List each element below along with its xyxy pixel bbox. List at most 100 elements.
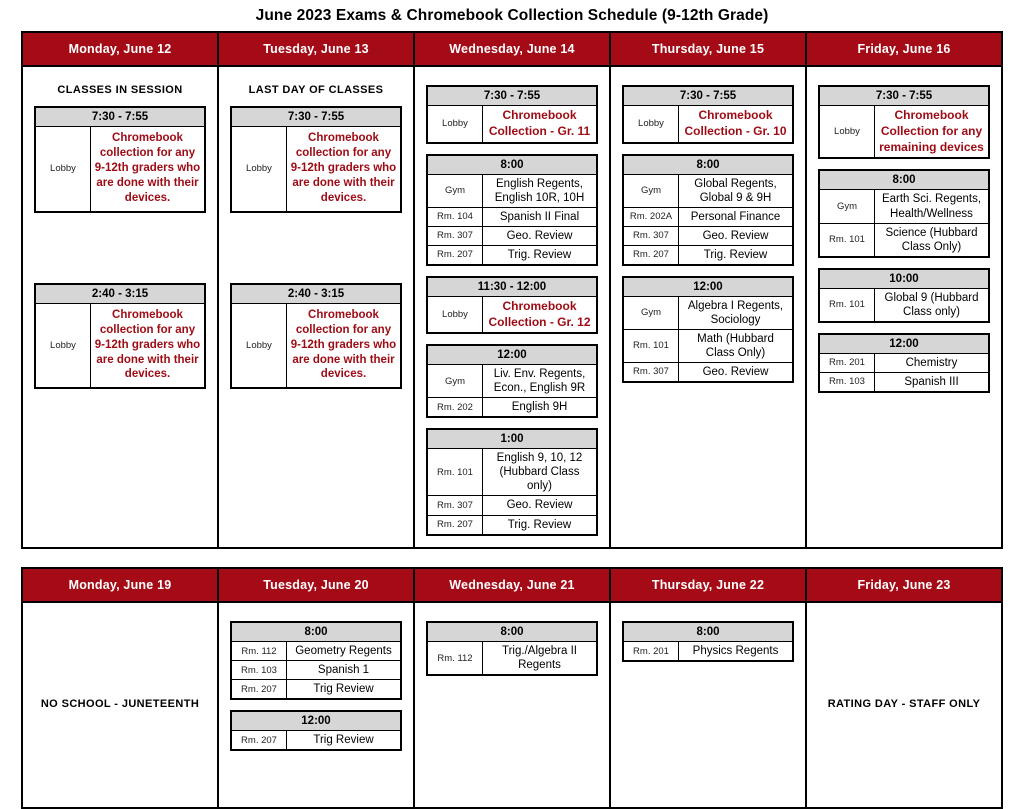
room-label: Rm. 101 — [820, 288, 875, 321]
exam-row: Lobby Chromebook collection for any 9-12t… — [232, 303, 400, 388]
day-note: NO SCHOOL - JUNETEENTH — [40, 698, 200, 710]
room-label: Rm. 112 — [428, 642, 483, 675]
subject-label: Geo. Review — [482, 495, 596, 516]
block-rows: Gym Algebra I Regents, Sociology Rm. 101 Ma… — [624, 296, 792, 381]
subject-label: Trig Review — [313, 734, 374, 747]
block-time: 7:30 - 7:55 — [428, 87, 596, 106]
exam-row: Lobby Chromebook collection for any 9-12t… — [232, 127, 400, 211]
block-time: 2:40 - 3:15 — [232, 284, 400, 304]
subject-label: Physics Regents — [692, 645, 779, 657]
exam-row: Gym Earth Sci. Regents, Health/Wellness — [820, 190, 988, 224]
exam-row: Rm. 207 Trig. Review — [428, 245, 596, 264]
block-rows: Lobby Chromebook Collection - Gr. 12 — [428, 296, 596, 333]
exam-block: 7:30 - 7:55 Lobby Chromebook collection fo… — [34, 106, 206, 213]
exam-block: 8:00 Rm. 201 Physics Regents — [622, 621, 794, 663]
block-rows: Gym Liv. Env. Regents, Econ., English 9R R… — [428, 365, 596, 417]
block-time: 12:00 — [232, 712, 400, 732]
exam-row: Rm. 307 Geo. Review — [428, 495, 596, 516]
exam-block: 8:00 Gym Earth Sci. Regents, Health/Wellne… — [818, 169, 990, 258]
room-label: Rm. 103 — [820, 372, 875, 391]
exam-row: Gym Liv. Env. Regents, Econ., English 9R — [428, 365, 596, 399]
block-rows: Rm. 112 Geometry Regents Rm. 103 Spanish 1R… — [232, 642, 400, 699]
block-time: 7:30 - 7:55 — [820, 87, 988, 106]
block-rows: Lobby Chromebook Collection for any remai… — [820, 106, 988, 158]
subject-label: Earth Sci. Regents, Health/Wellness — [874, 190, 988, 224]
block-rows: Lobby Chromebook collection for any 9-12t… — [36, 303, 204, 388]
exam-block: 7:30 - 7:55 Lobby Chromebook Collection fo… — [818, 85, 990, 160]
exam-row: Rm. 307 Geo. Review — [428, 226, 596, 246]
subject-label: Geometry Regents — [286, 642, 400, 662]
room-label: Rm. 104 — [428, 207, 483, 227]
room-label: Rm. 202A — [624, 207, 679, 227]
room-label: Lobby — [36, 303, 91, 388]
block-time: 12:00 — [624, 277, 792, 297]
day-header: Monday, June 19 — [21, 567, 219, 603]
exam-block: 7:30 - 7:55 Lobby Chromebook Collection - … — [622, 85, 794, 144]
exam-row: Rm. 202A Personal Finance — [624, 207, 792, 227]
block-rows: Rm. 112 Trig./Algebra II Regents — [428, 642, 596, 675]
block-rows: Rm. 201 Chemistry Rm. 103 Spanish III — [820, 353, 988, 391]
day-cell: 7:30 - 7:55 Lobby Chromebook Collection - … — [413, 65, 611, 549]
week-table-2: Monday, June 19 Tuesday, June 20 Wednesday… — [21, 567, 1003, 809]
day-cell: LAST DAY OF CLASSES 7:30 - 7:55 Lobby Chrom… — [217, 65, 415, 549]
day-header-row: Monday, June 12 Tuesday, June 13 Wednesday… — [21, 31, 1003, 67]
room-label: Rm. 103 — [232, 660, 287, 681]
exam-row: Rm. 201 Chemistry — [820, 353, 988, 373]
subject-label: Geo. Review — [702, 365, 769, 378]
schedule-tables: Monday, June 12 Tuesday, June 13 Wednesday… — [0, 31, 1024, 809]
subject-label: Personal Finance — [678, 207, 792, 227]
exam-row: Rm. 101 Math (Hubbard Class Only) — [624, 329, 792, 363]
day-header: Monday, June 12 — [21, 31, 219, 67]
room-label: Gym — [820, 190, 875, 224]
subject-label: Trig Review — [313, 683, 374, 696]
day-note: LAST DAY OF CLASSES — [248, 84, 384, 96]
exam-row: Rm. 104 Spanish II Final — [428, 207, 596, 227]
subject-label: Spanish II Final — [482, 207, 596, 227]
day-cell: CLASSES IN SESSION 7:30 - 7:55 Lobby Chrome… — [21, 65, 219, 549]
subject-label: Geo. Review — [678, 226, 792, 246]
exam-row: Rm. 101 Global 9 (Hubbard Class only) — [820, 288, 988, 321]
room-label: Lobby — [428, 106, 483, 142]
subject-label: Trig. Review — [507, 248, 572, 261]
room-label: Lobby — [624, 106, 679, 142]
room-label: Lobby — [232, 127, 287, 211]
exam-row: Rm. 112 Geometry Regents — [232, 642, 400, 662]
exam-row: Rm. 201 Physics Regents — [624, 642, 792, 661]
room-label: Rm. 207 — [232, 679, 287, 699]
exam-block: 12:00 Gym Liv. Env. Regents, Econ., Englis… — [426, 344, 598, 419]
exam-row: Rm. 207 Trig. Review — [624, 245, 792, 264]
subject-label: Math (Hubbard Class Only) — [678, 329, 792, 363]
exam-block: 8:00 Gym English Regents, English 10R, 10H… — [426, 153, 598, 266]
day-cell: 8:00 Rm. 112 Geometry Regents Rm. 103 Spanis… — [217, 601, 415, 809]
subject-label: English Regents, English 10R, 10H — [482, 174, 596, 208]
page-title: June 2023 Exams & Chromebook Collection … — [255, 7, 769, 24]
block-rows: Rm. 101 Global 9 (Hubbard Class only) — [820, 288, 988, 321]
subject-label: Chromebook Collection for any remaining … — [879, 108, 984, 154]
exam-row: Rm. 103 Spanish 1 — [232, 660, 400, 681]
block-rows: Lobby Chromebook Collection - Gr. 10 — [624, 106, 792, 142]
day-header: Tuesday, June 13 — [217, 31, 415, 67]
day-note: RATING DAY - STAFF ONLY — [827, 698, 981, 710]
exam-row: Rm. 307 Geo. Review — [624, 226, 792, 246]
subject-label: Geo. Review — [482, 226, 596, 246]
block-time: 12:00 — [428, 346, 596, 366]
subject-label: Algebra I Regents, Sociology — [678, 296, 792, 330]
exam-block: 7:30 - 7:55 Lobby Chromebook Collection - … — [426, 85, 598, 144]
schedule-page: June 2023 Exams & Chromebook Collection … — [0, 0, 1024, 809]
subject-label: Chromebook Collection - Gr. 11 — [488, 108, 591, 138]
day-body-row: CLASSES IN SESSION 7:30 - 7:55 Lobby Chrome… — [21, 65, 1003, 549]
exam-row: Rm. 207 Trig. Review — [428, 515, 596, 534]
subject-label: Chromebook Collection - Gr. 12 — [488, 298, 591, 329]
subject-label: Global Regents, Global 9 & 9H — [678, 174, 792, 208]
exam-row: Lobby Chromebook Collection - Gr. 12 — [428, 296, 596, 333]
exam-block: 1:00 Rm. 101 English 9, 10, 12 (Hubbard Cl… — [426, 428, 598, 536]
exam-row: Lobby Chromebook Collection - Gr. 11 — [428, 106, 596, 142]
exam-row: Rm. 207 Trig Review — [232, 731, 400, 750]
block-time: 7:30 - 7:55 — [624, 87, 792, 106]
exam-block: 11:30 - 12:00 Lobby Chromebook Collection … — [426, 275, 598, 335]
room-label: Rm. 101 — [820, 223, 875, 256]
exam-row: Lobby Chromebook Collection - Gr. 10 — [624, 106, 792, 142]
block-rows: Gym Earth Sci. Regents, Health/Wellness Rm… — [820, 190, 988, 256]
block-time: 1:00 — [428, 430, 596, 450]
day-cell: 8:00 Rm. 201 Physics Regents — [609, 601, 807, 809]
